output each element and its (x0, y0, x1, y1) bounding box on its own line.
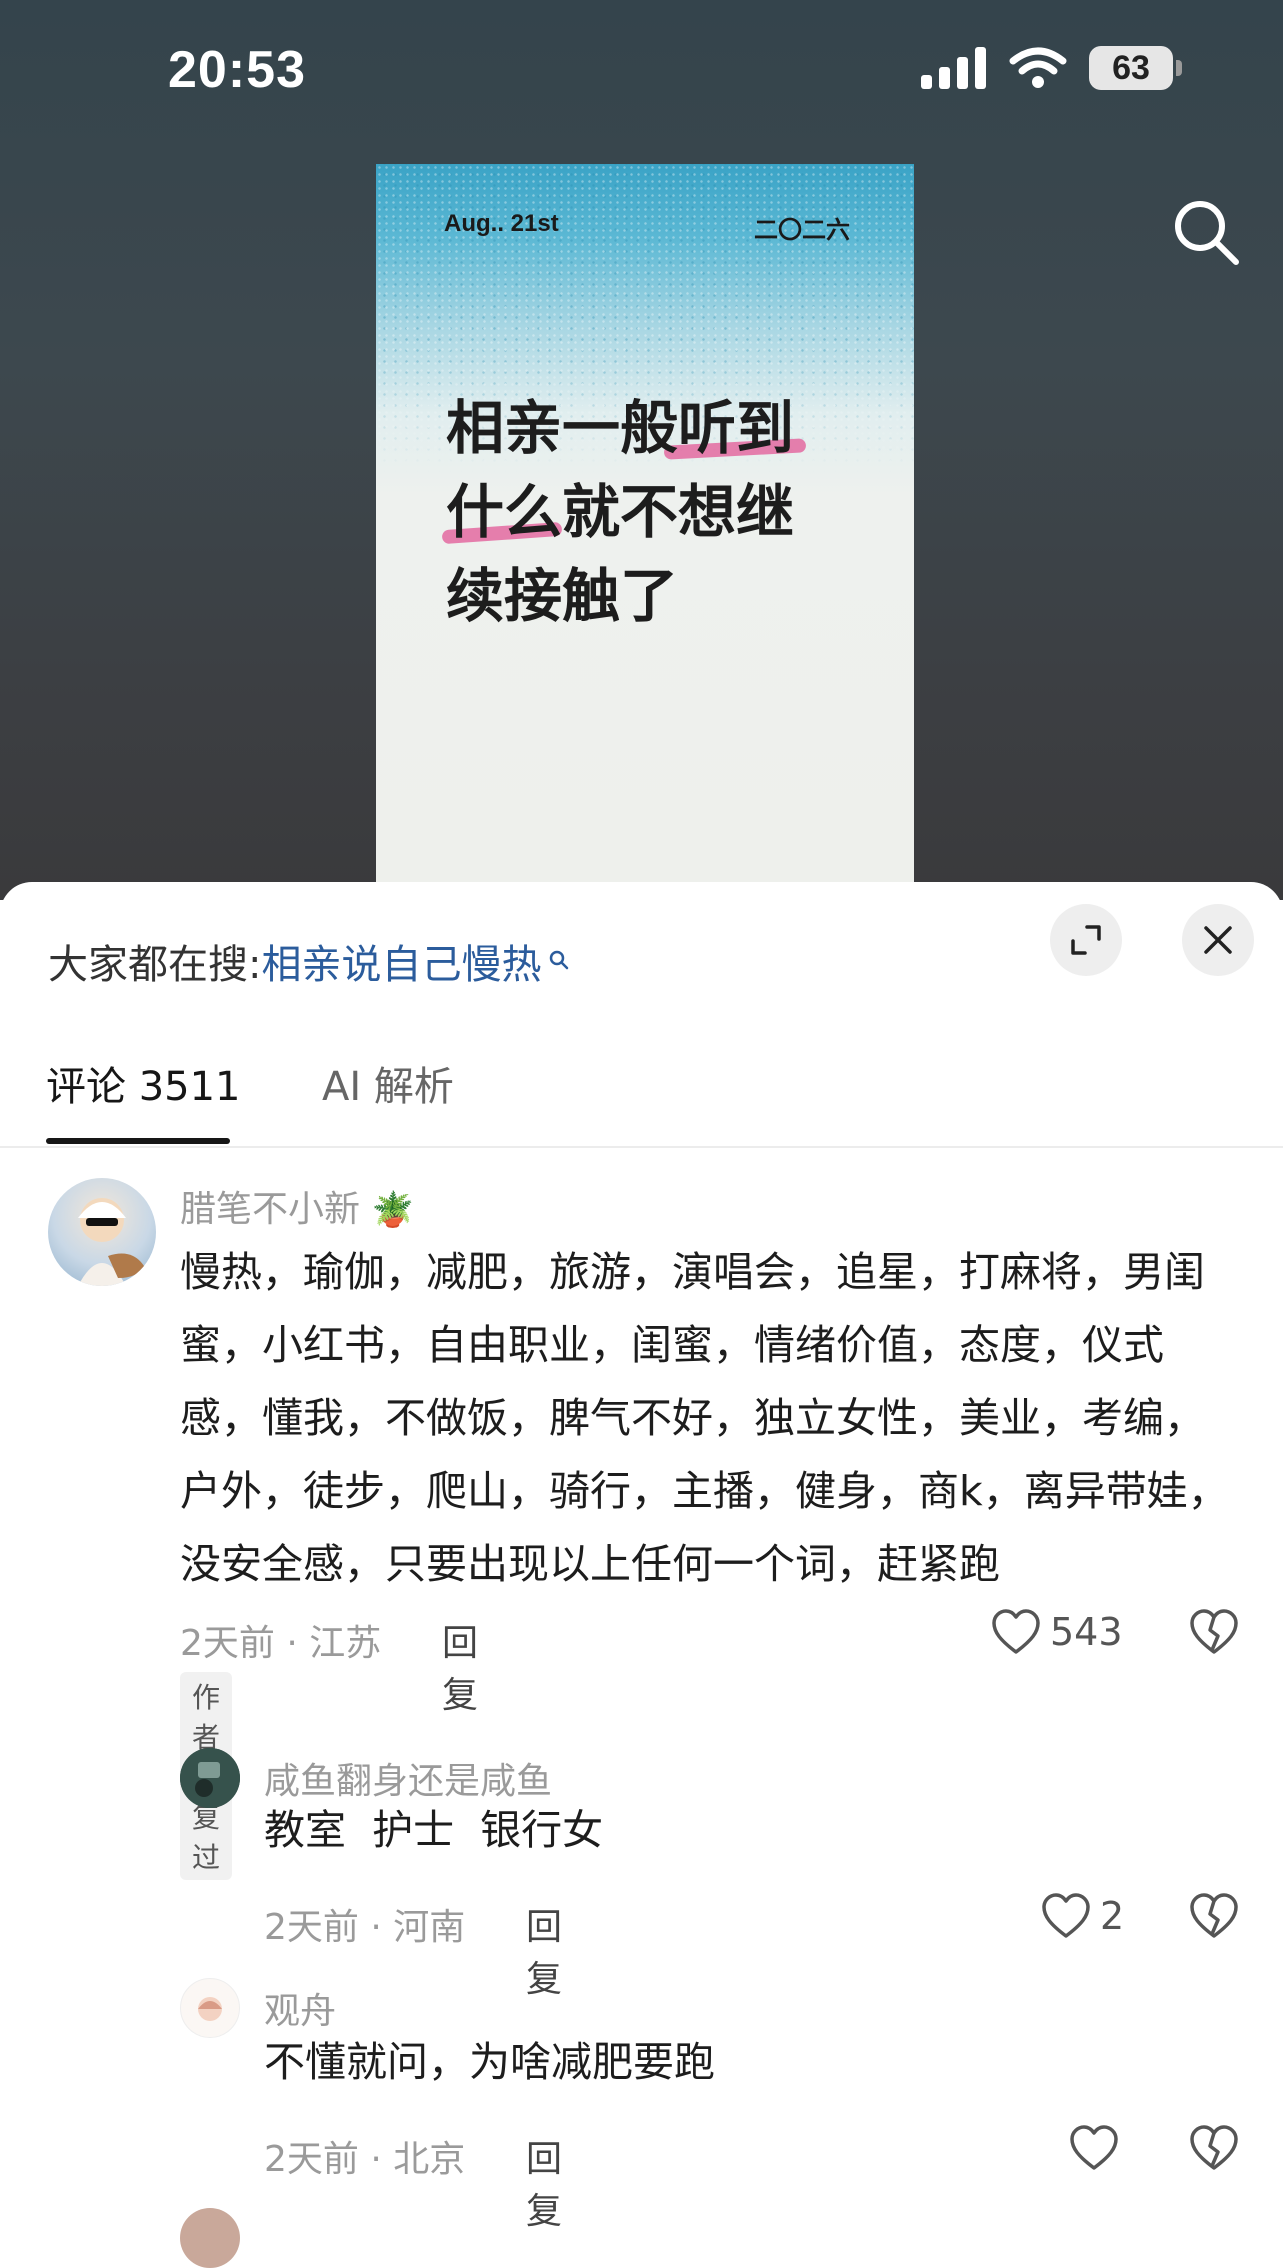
heart-icon (992, 1609, 1040, 1654)
like-button[interactable]: 543 (990, 1608, 1123, 1656)
status-time: 20:53 (168, 41, 306, 99)
close-icon (1204, 926, 1232, 954)
poster-title: 相亲一般听到什么就不想继续接触了 (446, 394, 795, 630)
comment-sheet: 大家都在搜: 相亲说自己慢热 评论 3511 AI 解析 腊笔不小新 🪴 慢热，… (0, 882, 1283, 2268)
wifi-icon (1009, 47, 1067, 88)
battery-level: 63 (1112, 48, 1150, 87)
dislike-icon[interactable] (1188, 1892, 1240, 1940)
close-button[interactable] (1182, 904, 1254, 976)
tab-ai-analysis[interactable]: AI 解析 (322, 1054, 454, 1112)
dislike-icon[interactable] (1188, 1608, 1240, 1656)
avatar[interactable] (180, 1978, 240, 2038)
trending-search[interactable]: 大家都在搜: 相亲说自己慢热 (48, 932, 571, 990)
dislike-icon[interactable] (1188, 2124, 1240, 2172)
comment-text: 不懂就问，为啥减肥要跑 (264, 2038, 715, 2086)
avatar[interactable] (180, 2208, 240, 2268)
battery-indicator: 63 (1089, 46, 1182, 90)
expand-icon (1071, 925, 1101, 955)
like-button[interactable]: 2 (1040, 1892, 1124, 1940)
status-icons: 63 (921, 46, 1182, 90)
search-icon (550, 950, 569, 970)
comment-meta: 2天前 · 江苏 (180, 1623, 382, 1664)
tab-comments[interactable]: 评论 3511 (46, 1054, 241, 1112)
poster-date: Aug.. 21st (444, 210, 559, 237)
like-count: 2 (1100, 1894, 1125, 1938)
trending-prefix: 大家都在搜: (48, 942, 262, 988)
signal-icon (921, 47, 986, 89)
search-icon[interactable] (1172, 198, 1242, 268)
video-poster: Aug.. 21st 二〇二六 相亲一般听到什么就不想继续接触了 (376, 164, 914, 900)
tab-bar: 评论 3511 AI 解析 (0, 1054, 1283, 1148)
heart-icon (1070, 2125, 1118, 2170)
comment-meta: 2天前 · 北京 (264, 2139, 466, 2180)
video-area[interactable]: 20:53 63 Aug.. 21st 二〇二六 相亲一般听到什么就不想继续接触… (0, 0, 1283, 900)
active-tab-indicator (46, 1138, 230, 1144)
poster-year: 二〇二六 (754, 216, 850, 244)
reply-button[interactable]: 回复 (526, 1898, 562, 2002)
avatar[interactable] (180, 1748, 240, 1808)
like-count: 543 (1050, 1610, 1123, 1654)
avatar[interactable] (48, 1178, 156, 1286)
comment-text: 教室 护士 银行女 (264, 1806, 604, 1854)
like-button[interactable] (1068, 2124, 1128, 2172)
heart-icon (1042, 1893, 1090, 1938)
comment-meta: 2天前 · 河南 (264, 1907, 466, 1948)
expand-button[interactable] (1050, 904, 1122, 976)
reply-button[interactable]: 回复 (442, 1614, 478, 1718)
trending-term[interactable]: 相亲说自己慢热 (261, 932, 541, 990)
plant-emoji-icon: 🪴 (371, 1190, 414, 1230)
reply-button[interactable]: 回复 (526, 2130, 562, 2234)
comment-text: 慢热，瑜伽，减肥，旅游，演唱会，追星，打麻将，男闺蜜，小红书，自由职业，闺蜜，情… (180, 1248, 1229, 1588)
comment-username[interactable]: 腊笔不小新 🪴 (180, 1180, 414, 1232)
